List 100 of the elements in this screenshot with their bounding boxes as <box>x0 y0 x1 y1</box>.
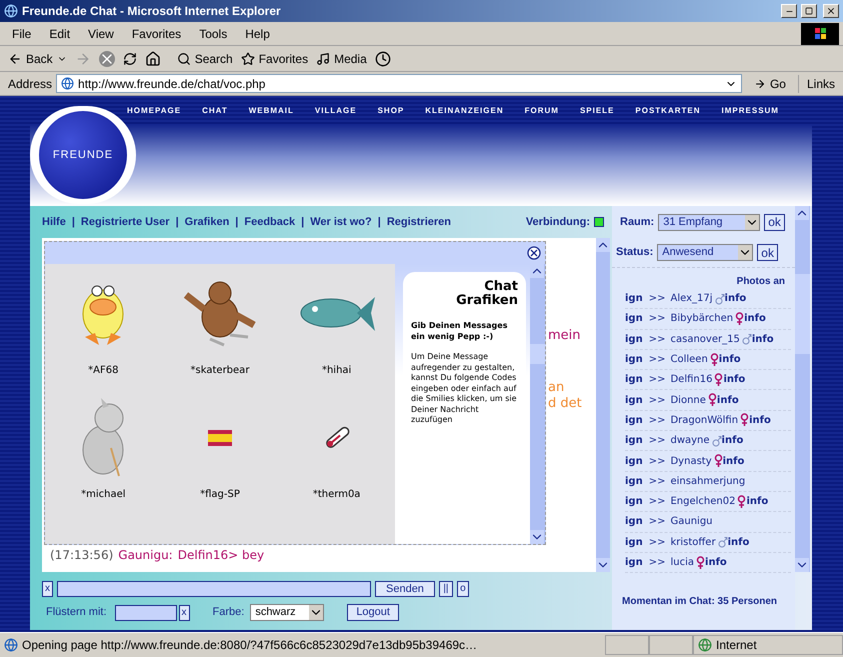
smiley-code[interactable]: *flag-SP <box>200 487 240 502</box>
site-nav-link[interactable]: HOMEPAGE <box>127 104 182 116</box>
info-link[interactable]: info <box>746 494 768 510</box>
chat-toolbar-link[interactable]: Grafiken <box>184 214 230 230</box>
userlist-scrollbar[interactable] <box>795 206 810 572</box>
menu-item[interactable]: Edit <box>49 24 70 42</box>
whisper-input[interactable] <box>114 604 177 620</box>
status-select[interactable]: Anwesend <box>657 244 754 261</box>
user-name[interactable]: Delfin16 <box>670 372 712 388</box>
popup-scrollbar[interactable] <box>530 264 545 544</box>
go-button[interactable]: Go <box>746 74 794 92</box>
info-link[interactable]: info <box>716 392 739 408</box>
ignore-link[interactable]: ign <box>625 514 643 530</box>
chat-toolbar-link[interactable]: Wer ist wo? <box>310 214 372 230</box>
site-nav-link[interactable]: KLEINANZEIGEN <box>425 104 504 116</box>
user-name[interactable]: Dionne <box>670 392 706 408</box>
smiley-code[interactable]: *therm0a <box>312 487 360 502</box>
scroll-up-icon[interactable] <box>530 264 544 278</box>
user-name[interactable]: Engelchen02 <box>670 494 736 510</box>
scroll-down-icon[interactable] <box>596 558 610 572</box>
user-name[interactable]: dwayne <box>670 433 710 448</box>
close-button[interactable] <box>823 4 839 18</box>
minimize-button[interactable] <box>781 4 797 18</box>
site-nav-link[interactable]: SHOP <box>378 104 404 116</box>
maximize-button[interactable] <box>801 4 817 18</box>
status-ok-button[interactable]: ok <box>757 244 778 261</box>
site-nav-link[interactable]: VILLAGE <box>314 104 357 116</box>
option-button[interactable]: o <box>456 581 469 597</box>
message-input[interactable] <box>57 581 371 597</box>
menu-item[interactable]: View <box>88 24 114 42</box>
favorites-button[interactable]: Favorites <box>240 50 308 68</box>
whisper-clear-button[interactable]: x <box>178 604 190 620</box>
chat-scrollbar[interactable] <box>596 238 610 572</box>
site-nav-link[interactable]: CHAT <box>202 104 228 116</box>
scroll-thumb[interactable] <box>795 274 810 354</box>
user-name[interactable]: Dynasty <box>670 454 712 469</box>
chat-toolbar-link[interactable]: Registrierte User <box>80 214 170 230</box>
ignore-link[interactable]: ign <box>625 555 643 570</box>
user-name[interactable]: lucia <box>670 555 694 570</box>
dropdown-caret-icon[interactable] <box>745 214 760 230</box>
room-select[interactable]: 31 Empfang <box>658 214 760 230</box>
scroll-down-icon[interactable] <box>795 558 809 572</box>
room-ok-button[interactable]: ok <box>764 214 785 230</box>
ignore-link[interactable]: ign <box>625 372 643 388</box>
site-nav-link[interactable]: POSTKARTEN <box>635 104 701 116</box>
site-nav-link[interactable]: SPIELE <box>580 104 614 116</box>
user-name[interactable]: Gaunigu <box>670 514 713 530</box>
info-link[interactable]: info <box>722 433 744 448</box>
back-button[interactable]: Back <box>8 50 67 68</box>
chat-toolbar-link[interactable]: Hilfe <box>42 214 66 230</box>
pause-button[interactable]: || <box>438 581 453 597</box>
user-name[interactable]: Colleen <box>670 352 708 368</box>
smiley-code[interactable]: *skaterbear <box>190 363 250 378</box>
chat-toolbar-link[interactable]: Registrieren <box>386 214 452 230</box>
info-link[interactable]: info <box>723 372 746 388</box>
smiley-code[interactable]: *AF68 <box>88 363 118 378</box>
close-icon[interactable] <box>527 246 541 260</box>
menu-item[interactable]: File <box>12 24 32 42</box>
dropdown-caret-icon[interactable] <box>738 245 752 260</box>
scroll-up-icon[interactable] <box>795 206 809 220</box>
info-link[interactable]: info <box>705 555 727 570</box>
ignore-link[interactable]: ign <box>625 534 643 550</box>
ignore-link[interactable]: ign <box>625 494 643 510</box>
links-button[interactable]: Links <box>798 74 843 92</box>
menu-item[interactable]: Favorites <box>132 24 182 42</box>
site-nav-link[interactable]: WEBMAIL <box>248 104 294 116</box>
site-nav-link[interactable]: FORUM <box>524 104 559 116</box>
menu-item[interactable]: Tools <box>199 24 228 42</box>
info-link[interactable]: info <box>752 332 774 347</box>
ignore-link[interactable]: ign <box>625 412 643 428</box>
ignore-link[interactable]: ign <box>625 454 643 469</box>
stop-icon[interactable] <box>98 50 115 66</box>
info-link[interactable]: info <box>722 454 744 469</box>
smiley-code[interactable]: *hihai <box>322 363 352 378</box>
info-link[interactable]: info <box>744 311 766 326</box>
user-name[interactable]: Alex_17j <box>670 291 713 306</box>
user-name[interactable]: einsahmerjung <box>670 474 746 489</box>
logout-button[interactable]: Logout <box>347 604 399 621</box>
info-link[interactable]: info <box>718 352 741 368</box>
send-button[interactable]: Senden <box>375 581 435 597</box>
smiley-code[interactable]: *michael <box>81 487 126 502</box>
ignore-link[interactable]: ign <box>625 433 643 448</box>
ignore-link[interactable]: ign <box>625 392 643 408</box>
scroll-down-icon[interactable] <box>530 530 544 544</box>
color-select[interactable]: schwarz <box>250 604 324 621</box>
ignore-link[interactable]: ign <box>625 291 643 306</box>
scroll-thumb[interactable] <box>530 344 545 364</box>
photos-toggle[interactable]: Photos an <box>612 274 795 289</box>
menu-item[interactable]: Help <box>245 24 270 42</box>
media-button[interactable]: Media <box>316 50 367 68</box>
ignore-link[interactable]: ign <box>625 474 643 489</box>
scroll-up-icon[interactable] <box>596 238 610 252</box>
dropdown-caret-icon[interactable] <box>309 605 324 620</box>
info-link[interactable]: info <box>749 412 771 428</box>
ignore-link[interactable]: ign <box>625 332 643 347</box>
user-name[interactable]: DragonWölfin <box>670 412 738 428</box>
refresh-icon[interactable] <box>122 52 137 66</box>
info-link[interactable]: info <box>728 534 750 550</box>
address-field[interactable]: http://www.freunde.de/chat/voc.php <box>56 74 742 93</box>
search-button[interactable]: Search <box>176 50 233 68</box>
